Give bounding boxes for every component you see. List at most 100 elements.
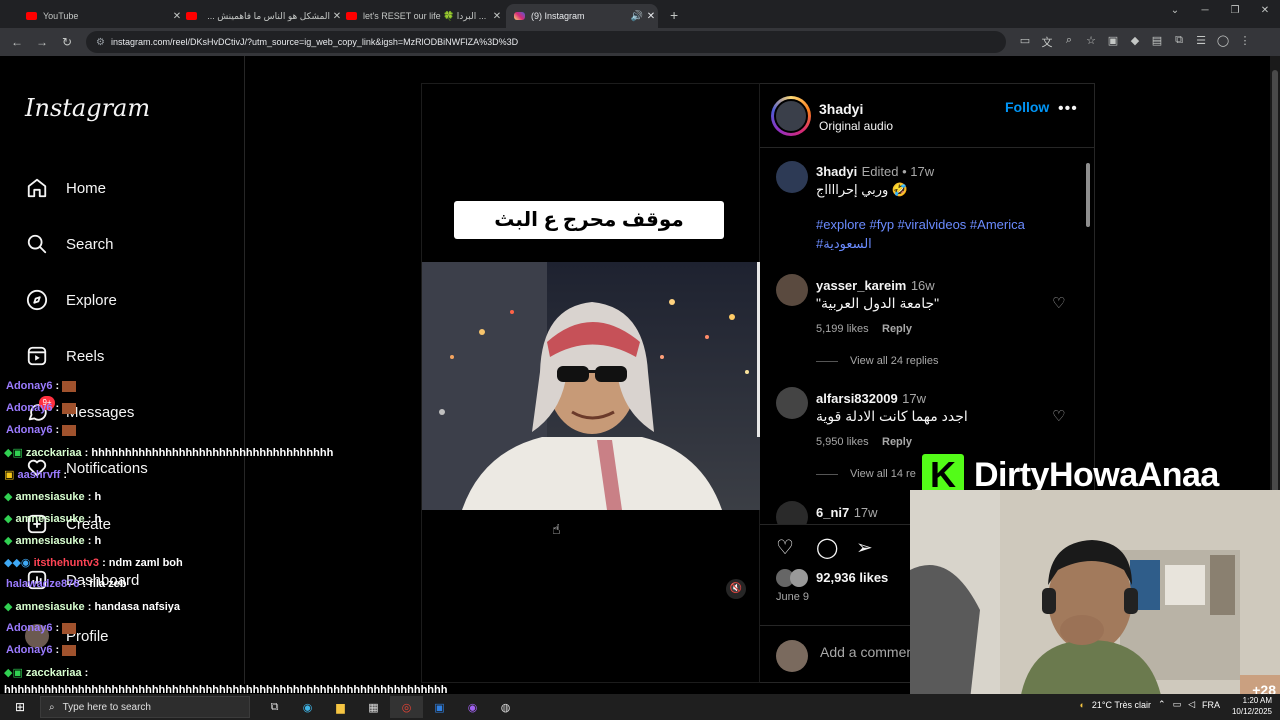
caption-user[interactable]: 3hadyi: [816, 164, 857, 179]
tab-instagram[interactable]: (9) Instagram 🔊 ✕: [506, 4, 658, 28]
comment-likes[interactable]: 5,199 likes: [816, 323, 869, 335]
compass-icon: [25, 288, 49, 312]
weather-text[interactable]: 21°C Très clair: [1092, 700, 1151, 710]
streamer-name: DirtyHowaAnaa: [974, 455, 1219, 494]
chevron-up-icon[interactable]: ⌃: [1158, 699, 1166, 710]
sidebar-item-reels[interactable]: Reels: [25, 342, 104, 370]
sidebar-item-label: Search: [66, 235, 114, 253]
clock-time: 1:20 AM: [1242, 696, 1272, 705]
comment-user[interactable]: yasser_kareim: [816, 278, 906, 293]
avatar[interactable]: [776, 274, 808, 306]
instagram-logo[interactable]: Instagram: [25, 94, 150, 122]
scrollbar-thumb[interactable]: [1086, 163, 1090, 227]
like-icon[interactable]: ♡: [776, 535, 794, 560]
close-tab-icon[interactable]: ✕: [490, 11, 504, 22]
obs-icon[interactable]: ◍: [489, 696, 522, 718]
messenger-app-icon[interactable]: ◉: [456, 696, 489, 718]
sidebar-item-search[interactable]: Search: [25, 230, 114, 258]
share-icon[interactable]: ➢: [856, 535, 873, 560]
story-ring[interactable]: [771, 96, 811, 136]
tab-title: YouTube: [43, 11, 79, 21]
translate-icon[interactable]: 文: [1036, 34, 1058, 50]
heart-icon[interactable]: ♡: [1052, 407, 1065, 425]
close-tab-icon[interactable]: ✕: [170, 11, 184, 22]
taskbar-clock[interactable]: 1:20 AM 10/12/2025: [1232, 695, 1272, 717]
comment-user[interactable]: 6_ni7: [816, 505, 849, 520]
outlook-icon[interactable]: ▣: [423, 696, 456, 718]
avatar: [790, 569, 808, 587]
badge-icon: ◆▣: [4, 447, 23, 459]
store-icon[interactable]: ▦: [357, 696, 390, 718]
post-author[interactable]: 3hadyi: [819, 101, 863, 117]
chat-user: Adonay6: [6, 424, 53, 436]
minimize-icon[interactable]: ─: [1190, 5, 1220, 16]
sidebar-item-home[interactable]: Home: [25, 174, 106, 202]
chat-user: aashrvff: [17, 469, 61, 481]
close-tab-icon[interactable]: ✕: [644, 11, 658, 22]
system-tray: ◐ 21°C Très clair ⌃ ▭ ◁ FRA: [1072, 699, 1220, 710]
tab-youtube[interactable]: YouTube ✕: [26, 4, 184, 28]
language-indicator[interactable]: FRA: [1202, 700, 1220, 710]
sidebar-item-label: Home: [66, 179, 107, 197]
reply-button[interactable]: Reply: [882, 436, 912, 448]
audio-label[interactable]: Original audio: [819, 119, 893, 133]
zoom-icon[interactable]: ⌕: [1058, 34, 1080, 50]
follow-button[interactable]: Follow: [1005, 99, 1049, 115]
task-view-icon[interactable]: ⧉: [258, 696, 291, 718]
menu-icon[interactable]: ⋮: [1234, 34, 1256, 50]
view-replies[interactable]: View all 24 replies: [816, 355, 938, 367]
speaker-icon[interactable]: 🔊: [630, 11, 644, 22]
caption-header: 3hadyi Edited • 17w: [816, 163, 934, 181]
comment-icon[interactable]: ◯: [816, 535, 838, 560]
chat-text: h: [94, 513, 102, 525]
weather-icon[interactable]: ◐: [1079, 700, 1084, 710]
extension-icon[interactable]: ▣: [1102, 34, 1124, 50]
chat-user: Adonay6: [6, 402, 53, 414]
forward-icon[interactable]: →: [31, 35, 53, 49]
window-controls: ⌄ ─ ❐ ✕: [1160, 5, 1280, 16]
avatar[interactable]: [776, 161, 808, 193]
comment-text: اجدد مهما كانت الادلة قوية: [816, 408, 968, 424]
avatar[interactable]: [776, 387, 808, 419]
heart-icon[interactable]: ♡: [1052, 294, 1065, 312]
comment-user[interactable]: alfarsi832009: [816, 391, 898, 406]
comment-likes[interactable]: 5,950 likes: [816, 436, 869, 448]
windows-start-icon[interactable]: ⊞: [0, 700, 40, 714]
bookmark-star-icon[interactable]: ☆: [1080, 34, 1102, 50]
view-replies[interactable]: View all 14 re: [816, 468, 916, 480]
reload-icon[interactable]: ↻: [56, 35, 78, 49]
volume-icon[interactable]: ◁: [1188, 699, 1195, 710]
puzzle-icon[interactable]: ⧉: [1168, 34, 1190, 50]
reply-button[interactable]: Reply: [882, 323, 912, 335]
close-window-icon[interactable]: ✕: [1250, 5, 1280, 16]
close-tab-icon[interactable]: ✕: [330, 11, 344, 22]
cast-icon[interactable]: ▭: [1014, 34, 1036, 50]
taskbar-search-placeholder: Type here to search: [62, 701, 151, 713]
hashtags[interactable]: #explore #fyp #viralvideos #America: [816, 217, 1025, 232]
new-tab-button[interactable]: +: [670, 4, 678, 28]
back-icon[interactable]: ←: [6, 35, 28, 49]
edge-icon[interactable]: ◉: [291, 696, 324, 718]
hashtags[interactable]: #السعودية: [816, 236, 872, 252]
extension-icon[interactable]: ▤: [1146, 34, 1168, 50]
restore-icon[interactable]: ❐: [1220, 5, 1250, 16]
extension-icon[interactable]: ◆: [1124, 34, 1146, 50]
more-options-icon[interactable]: •••: [1058, 100, 1078, 118]
chat-message: Adonay6 :: [6, 644, 77, 656]
reading-list-icon[interactable]: ☰: [1190, 34, 1212, 50]
like-count[interactable]: 92,936 likes: [816, 570, 888, 585]
site-info-icon[interactable]: ⚙: [96, 37, 105, 48]
network-icon[interactable]: ▭: [1173, 699, 1182, 710]
tab-video-3[interactable]: let's RESET our life 🍀 البردا ... ✕: [346, 4, 504, 28]
address-bar[interactable]: ⚙ instagram.com/reel/DKsHvDCtivJ/?utm_so…: [86, 31, 1006, 53]
profile-icon[interactable]: ◯: [1212, 34, 1234, 50]
sidebar-item-explore[interactable]: Explore: [25, 286, 117, 314]
taskbar-search[interactable]: ⌕ Type here to search: [40, 696, 250, 718]
chrome-icon[interactable]: ◎: [390, 696, 423, 718]
comment-header: 6_ni7 17w: [816, 504, 878, 522]
tab-video-2[interactable]: المشكل هو الناس ما فاهمينش ... ✕: [186, 4, 344, 28]
file-explorer-icon[interactable]: ▆: [324, 696, 357, 718]
avatar[interactable]: [776, 501, 808, 524]
mute-icon[interactable]: 🔇: [726, 579, 746, 599]
tab-search-icon[interactable]: ⌄: [1160, 5, 1190, 16]
